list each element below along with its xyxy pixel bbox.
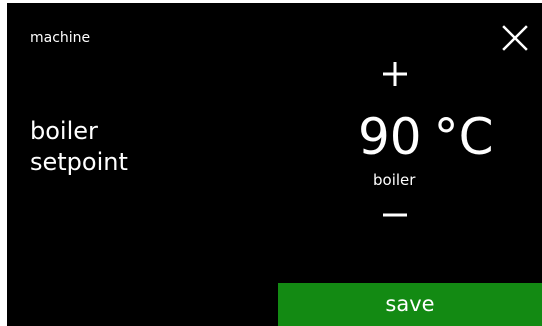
setpoint-number: 90 (358, 108, 422, 166)
setting-label-line2: setpoint (30, 148, 128, 176)
close-button[interactable] (500, 23, 530, 53)
setpoint-sub-label: boiler (373, 171, 416, 189)
setting-label-line1: boiler (30, 117, 98, 145)
setpoint-unit: °C (433, 108, 494, 166)
breadcrumb: machine (30, 30, 91, 46)
save-button[interactable]: save (278, 283, 542, 326)
minus-icon (383, 213, 407, 217)
close-icon (502, 25, 528, 51)
increment-button[interactable] (379, 58, 411, 90)
setting-screen: machine boiler setpoint 90 °C boiler save (7, 3, 542, 326)
setting-label: boiler setpoint (30, 116, 128, 178)
setpoint-value: 90 °C (358, 107, 494, 167)
decrement-button[interactable] (379, 199, 411, 231)
plus-icon (383, 62, 407, 86)
